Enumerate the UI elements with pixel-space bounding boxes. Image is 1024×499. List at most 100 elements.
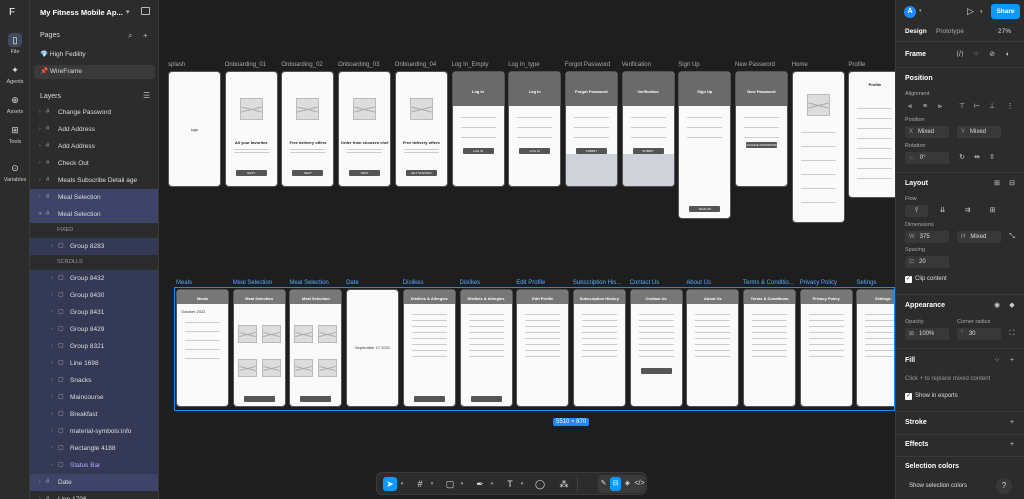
tab-design[interactable]: Design [905, 28, 927, 35]
phone-frame[interactable]: Forgot Password SUBMIT [564, 71, 618, 187]
primary-button[interactable]: LOG IN [519, 148, 551, 154]
chevron-down-icon[interactable]: ▾ [428, 477, 436, 491]
figma-logo-icon[interactable]: F [9, 7, 21, 19]
phone-frame[interactable] [791, 71, 845, 223]
spacing-field[interactable]: ⊡ 20 [905, 256, 949, 268]
rail-item-tools[interactable]: ⊞ Tools [0, 123, 30, 145]
layer-row[interactable]: › # Meals Subscribe Detail age [30, 172, 158, 189]
phone-frame[interactable]: Free delivery offers GET STARTED [394, 71, 448, 187]
frame-label[interactable]: Date [346, 280, 359, 286]
chevron-down-icon[interactable]: ▾ [488, 477, 496, 491]
layer-row[interactable]: › ▢ Rectangle 4188 [30, 440, 158, 457]
frame-label[interactable]: splash [168, 62, 185, 68]
frame-label[interactable]: Onboarding_01 [225, 62, 266, 68]
chevron-right-icon[interactable]: › [51, 372, 53, 389]
chevron-down-icon[interactable]: ▾ [518, 477, 526, 491]
shape-tool-icon[interactable]: ▢ [443, 477, 457, 491]
layer-row[interactable]: › # Add Address [30, 121, 158, 138]
flow-vertical-icon[interactable]: ⇊ [931, 205, 954, 217]
flow-horizontal-icon[interactable]: ⇉ [956, 205, 979, 217]
primary-button[interactable]: CHANGE PASSWORD [746, 142, 777, 148]
layer-row[interactable]: › ▢ Line 1698 [30, 355, 158, 372]
chevron-down-icon[interactable]: ▾ [39, 206, 42, 223]
canvas[interactable]: splash logo Onboarding_01 All your favorite… [159, 0, 895, 499]
layer-row[interactable]: › # Date [30, 474, 158, 491]
phone-frame[interactable]: Order from choosen chef NEXT [338, 71, 392, 187]
layer-row[interactable]: › ▢ Status Bar [30, 457, 158, 474]
add-page-icon[interactable]: + [143, 31, 148, 40]
layer-row[interactable]: › # Change Password [30, 104, 158, 121]
rotate-icon[interactable]: ↻ [956, 152, 968, 164]
flow-free-icon[interactable]: ⫯ [905, 205, 928, 217]
frame-label[interactable]: Frame [905, 51, 926, 58]
layer-row[interactable]: › ▢ Snacks [30, 372, 158, 389]
contrast-icon[interactable]: ◐ [1002, 49, 1014, 61]
primary-button[interactable]: SIGN UP [689, 206, 721, 212]
frame-label[interactable]: Setings [856, 280, 876, 286]
project-name[interactable]: My Fitness Mobile Ap... [40, 8, 123, 17]
rail-item-assets[interactable]: ⊕ Assets [0, 93, 30, 115]
align-right-icon[interactable]: ⫸ [934, 101, 946, 113]
show-selection-colors-link[interactable]: Show selection colors [909, 483, 967, 489]
chevron-right-icon[interactable]: › [39, 189, 41, 206]
frame-label[interactable]: Privacy Policy [800, 280, 837, 286]
layer-row[interactable]: › ▢ Group 8429 [30, 321, 158, 338]
width-field[interactable]: W 375 [905, 231, 949, 243]
chevron-right-icon[interactable]: › [39, 491, 41, 499]
frame-label[interactable]: Log In_type [508, 62, 539, 68]
chevron-down-icon[interactable]: ▾ [126, 8, 130, 16]
frame-label[interactable]: Dislikes [460, 280, 481, 286]
chevron-right-icon[interactable]: › [39, 138, 41, 155]
chevron-down-icon[interactable]: ▾ [398, 477, 406, 491]
help-button[interactable]: ? [996, 478, 1012, 494]
frame-label[interactable]: Meal Selection [289, 280, 328, 286]
styles-icon[interactable]: ⁘ [991, 355, 1003, 367]
phone-frame[interactable]: Log In LOG IN [508, 71, 562, 187]
phone-frame[interactable]: Verification SUBMIT [621, 71, 675, 187]
layer-row[interactable]: › # Line 1706 [30, 491, 158, 499]
resize-icon[interactable]: ⤡ [1006, 231, 1018, 243]
primary-button[interactable]: LOG IN [462, 148, 494, 154]
y-field[interactable]: Y Mixed [957, 126, 1001, 138]
chevron-right-icon[interactable]: › [51, 423, 53, 440]
design-mode-icon[interactable]: ⊟ [610, 477, 621, 491]
text-tool-icon[interactable]: T [503, 477, 517, 491]
phone-frame[interactable]: New Password CHANGE PASSWORD [735, 71, 788, 187]
effects-heading[interactable]: Effects [905, 441, 928, 448]
align-top-icon[interactable]: ⊤ [956, 101, 968, 113]
comment-tool-icon[interactable]: ◯ [533, 477, 547, 491]
show-in-exports-checkbox[interactable]: ✓ [905, 393, 912, 400]
flow-grid-icon[interactable]: ⊞ [981, 205, 1004, 217]
avatar[interactable]: A [904, 6, 916, 18]
layer-row[interactable]: › ▢ Maincourse [30, 389, 158, 406]
code-icon[interactable]: ⟨/⟩ [954, 49, 966, 61]
chevron-right-icon[interactable]: › [39, 121, 41, 138]
clip-content-checkbox[interactable]: ✓ [905, 276, 912, 283]
frame-label[interactable]: About Us [686, 280, 711, 286]
tab-prototype[interactable]: Prototype [936, 28, 964, 35]
page-high-fidelity[interactable]: 💎 High Fedility [34, 48, 155, 62]
chevron-right-icon[interactable]: › [39, 474, 41, 491]
page-wireframe[interactable]: 📌 WireFrame [34, 65, 155, 79]
layer-row[interactable]: › ▢ Group 8430 [30, 287, 158, 304]
frame-label[interactable]: Onboarding_02 [281, 62, 322, 68]
frame-label[interactable]: Sign Up [678, 62, 699, 68]
rail-item-agents[interactable]: ✦ Agents [0, 63, 30, 85]
add-stroke-icon[interactable]: + [1006, 417, 1018, 429]
blend-icon[interactable]: ◆ [1006, 300, 1018, 312]
align-bottom-icon[interactable]: ⊥ [986, 101, 998, 113]
phone-frame[interactable]: Sign Up SIGN UP [678, 71, 732, 219]
corner-expand-icon[interactable]: ⛶ [1006, 328, 1018, 340]
onboarding-button[interactable]: NEXT [292, 170, 324, 176]
corner-radius-field[interactable]: ⌜ 30 [957, 328, 1001, 340]
frame-label[interactable]: Onboarding_04 [395, 62, 436, 68]
layer-row[interactable]: › ▢ Group 8431 [30, 304, 158, 321]
eye-icon[interactable]: ◉ [991, 300, 1003, 312]
align-center-icon[interactable]: ≡ [919, 101, 931, 113]
pen-tool-icon[interactable]: ✒ [473, 477, 487, 491]
frame-label[interactable]: Meals [176, 280, 192, 286]
opacity-field[interactable]: ⊠ 100% [905, 328, 949, 340]
x-field[interactable]: X Mixed [905, 126, 949, 138]
chevron-right-icon[interactable]: › [39, 155, 41, 172]
frame-label[interactable]: Terms & Conditio... [743, 280, 794, 286]
